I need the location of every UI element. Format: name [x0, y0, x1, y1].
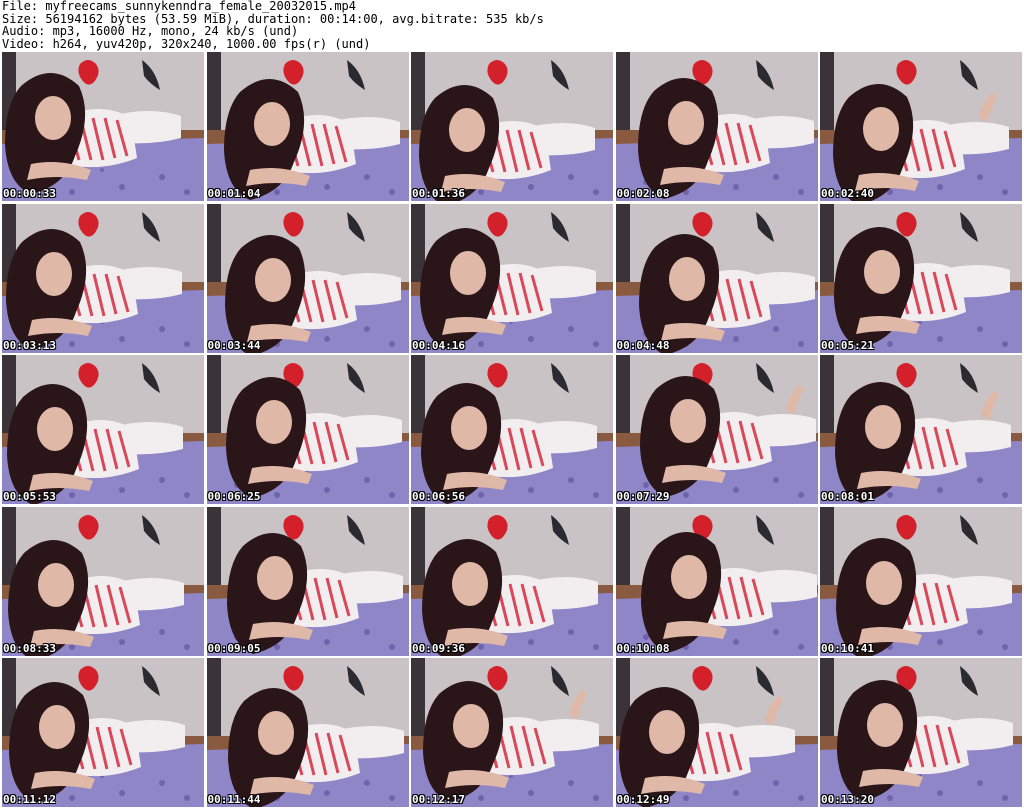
webcam-frame-image	[615, 355, 818, 504]
thumbnail-timestamp: 00:11:44	[207, 793, 261, 806]
video-thumbnail: 00:09:36	[411, 506, 613, 656]
webcam-frame-image	[615, 203, 818, 353]
webcam-frame-image	[2, 52, 204, 201]
video-thumbnail: 00:05:21	[820, 203, 1022, 353]
video-thumbnail: 00:02:40	[820, 52, 1022, 201]
video-thumbnail: 00:05:53	[2, 355, 204, 504]
thumbnail-timestamp: 00:11:12	[3, 793, 56, 806]
thumbnail-timestamp: 00:01:36	[412, 187, 465, 200]
thumbnail-timestamp: 00:12:17	[412, 793, 465, 806]
thumbnail-timestamp: 00:05:53	[3, 490, 56, 503]
webcam-frame-image	[2, 355, 204, 504]
webcam-frame-image	[411, 506, 613, 656]
webcam-frame-image	[411, 355, 613, 504]
video-thumbnail: 00:10:08	[615, 506, 818, 656]
video-thumbnail: 00:03:44	[206, 203, 409, 353]
webcam-frame-image	[206, 506, 409, 656]
thumbnail-timestamp: 00:05:21	[821, 338, 874, 352]
video-thumbnail: 00:02:08	[615, 52, 818, 201]
thumbnail-timestamp: 00:06:56	[412, 490, 465, 503]
video-thumbnail: 00:04:48	[615, 203, 818, 353]
thumbnail-timestamp: 00:07:29	[616, 490, 670, 503]
video-thumbnail: 00:13:20	[820, 658, 1022, 807]
video-thumbnail: 00:07:29	[615, 355, 818, 504]
webcam-frame-image	[411, 52, 613, 201]
video-thumbnail: 00:00:33	[2, 52, 204, 201]
webcam-frame-image	[206, 355, 409, 504]
video-thumbnail: 00:12:17	[411, 658, 613, 807]
video-thumbnail: 00:11:12	[2, 658, 204, 807]
webcam-frame-image	[820, 658, 1022, 807]
video-thumbnail: 00:12:49	[615, 658, 818, 807]
video-thumbnail: 00:08:33	[2, 506, 204, 656]
webcam-frame-image	[820, 506, 1022, 656]
audio-info-line: Audio: mp3, 16000 Hz, mono, 24 kb/s (und…	[2, 24, 299, 38]
video-thumbnail: 00:06:56	[411, 355, 613, 504]
webcam-frame-image	[206, 658, 409, 807]
webcam-frame-image	[615, 506, 818, 656]
video-info-line: Video: h264, yuv420p, 320x240, 1000.00 f…	[2, 36, 371, 51]
video-thumbnail: 00:01:36	[411, 52, 613, 201]
webcam-frame-image	[206, 203, 409, 353]
thumbnail-timestamp: 00:12:49	[616, 793, 670, 806]
video-thumbnail: 00:11:44	[206, 658, 409, 807]
webcam-frame-image	[820, 203, 1022, 353]
thumbnail-timestamp: 00:08:01	[821, 490, 874, 503]
thumbnail-timestamp: 00:04:16	[412, 338, 465, 352]
webcam-frame-image	[615, 658, 818, 807]
webcam-frame-image	[2, 658, 204, 807]
thumbnail-timestamp: 00:02:08	[616, 187, 670, 200]
thumbnail-timestamp: 00:03:13	[3, 338, 56, 352]
video-thumbnail: 00:09:05	[206, 506, 409, 656]
file-name-line: File: myfreecams_sunnykenndra_female_200…	[2, 0, 357, 13]
thumbnail-timestamp: 00:08:33	[3, 641, 56, 655]
thumbnail-timestamp: 00:02:40	[821, 187, 874, 200]
webcam-frame-image	[2, 203, 204, 353]
webcam-frame-image	[615, 52, 818, 201]
video-thumbnail: 00:04:16	[411, 203, 613, 353]
webcam-frame-image	[2, 506, 204, 656]
video-thumbnail: 00:10:41	[820, 506, 1022, 656]
thumbnail-grid: 00:00:33 00:01:04 00:01:36 00:02:08 00:02:40…	[2, 52, 1022, 809]
thumbnail-timestamp: 00:09:05	[207, 641, 261, 655]
thumbnail-timestamp: 00:09:36	[412, 641, 465, 655]
thumbnail-timestamp: 00:04:48	[616, 338, 670, 352]
video-thumbnail: 00:03:13	[2, 203, 204, 353]
thumbnail-timestamp: 00:03:44	[207, 338, 261, 352]
thumbnail-timestamp: 00:01:04	[207, 187, 261, 200]
thumbnail-timestamp: 00:00:33	[3, 187, 56, 200]
webcam-frame-image	[820, 52, 1022, 201]
video-thumbnail: 00:08:01	[820, 355, 1022, 504]
webcam-frame-image	[206, 52, 409, 201]
video-thumbnail: 00:06:25	[206, 355, 409, 504]
file-info-header: File: myfreecams_sunnykenndra_female_200…	[2, 0, 1012, 50]
thumbnail-timestamp: 00:06:25	[207, 490, 261, 503]
thumbnail-timestamp: 00:10:41	[821, 641, 874, 655]
webcam-frame-image	[820, 355, 1022, 504]
video-thumbnail: 00:01:04	[206, 52, 409, 201]
thumbnail-timestamp: 00:10:08	[616, 641, 670, 655]
webcam-frame-image	[411, 203, 613, 353]
webcam-frame-image	[411, 658, 613, 807]
thumbnail-timestamp: 00:13:20	[821, 793, 874, 806]
